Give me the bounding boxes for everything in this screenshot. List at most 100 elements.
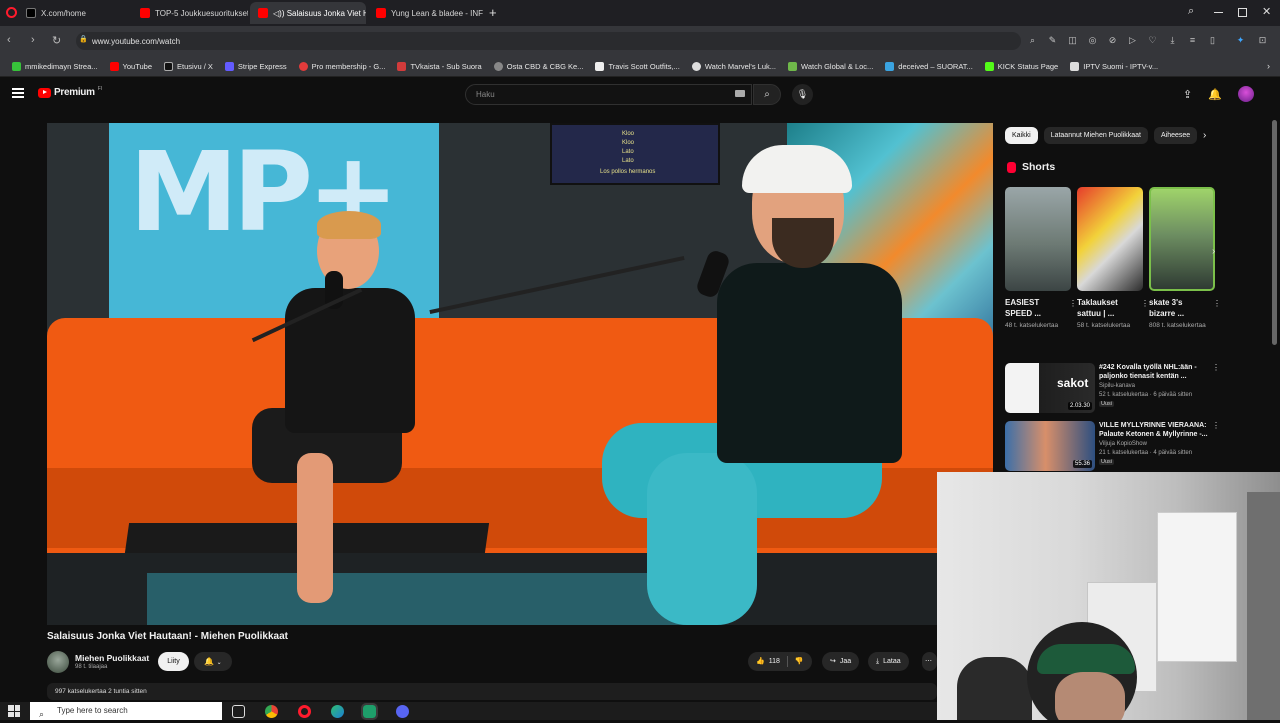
bookmark-4[interactable]: Pro membership - G... xyxy=(293,61,392,71)
windows-start-icon[interactable] xyxy=(8,705,20,717)
bookmark-6[interactable]: Osta CBD & CBG Ke... xyxy=(488,61,590,71)
menu-icon[interactable]: ⊡ xyxy=(1257,35,1268,46)
bookmark-0[interactable]: mmikedimayn Strea... xyxy=(6,61,104,71)
user-avatar[interactable] xyxy=(1238,86,1254,102)
task-view-icon[interactable] xyxy=(232,705,245,718)
opera-logo-icon[interactable] xyxy=(6,7,17,18)
reload-icon[interactable]: ↻ xyxy=(52,34,61,47)
search-icon: ⌕ xyxy=(39,709,45,719)
like-button[interactable]: 👍 118 👎 xyxy=(748,652,812,671)
close-window-icon[interactable]: ✕ xyxy=(1262,5,1271,18)
bookmark-1[interactable]: YouTube xyxy=(104,61,158,71)
recommended-video[interactable]: 55.36 VILLE MYLLYRINNE VIERAANA: Palaute… xyxy=(1005,421,1220,473)
channel-avatar[interactable] xyxy=(47,651,69,673)
bookmark-10[interactable]: deceived – SUORAT... xyxy=(879,61,978,71)
x-logo-icon xyxy=(164,61,174,71)
webcam-person-face xyxy=(1055,672,1125,720)
taskbar-search-input[interactable]: ⌕ Type here to search xyxy=(30,702,222,720)
search-button[interactable]: ⌕ xyxy=(753,84,781,105)
bookmark-7[interactable]: Travis Scott Outfits,... xyxy=(589,61,685,71)
forward-icon[interactable]: › xyxy=(31,34,35,46)
youtube-premium-logo[interactable]: Premium FI xyxy=(38,86,102,98)
ad-block-icon[interactable]: ⊘ xyxy=(1107,35,1118,46)
short-views: 58 t. katselukertaa xyxy=(1077,322,1131,329)
recommended-video[interactable]: sakot 2.03.30 #242 Kovalla työllä NHL:ää… xyxy=(1005,363,1220,415)
join-button[interactable]: Liity xyxy=(158,652,189,671)
chip-all[interactable]: Kaikki xyxy=(1005,127,1038,144)
wallet-icon[interactable]: ▯ xyxy=(1207,35,1218,46)
bookmark-8[interactable]: Watch Marvel's Luk... xyxy=(686,61,782,71)
recommended-meta: 21 t. katselukertaa · 4 päivää sitten xyxy=(1099,450,1193,456)
tab-yung-lean[interactable]: Yung Lean & bladee - INF xyxy=(368,2,484,24)
stripe-logo-icon xyxy=(224,61,234,71)
more-actions-button[interactable]: ⋯ xyxy=(922,652,937,671)
more-vert-icon[interactable]: ⋮ xyxy=(1141,299,1149,308)
short-item[interactable]: EASIEST SPEED ... 48 t. katselukertaa ⋮ xyxy=(1005,187,1077,329)
voice-search-mic-icon[interactable]: 🎙 xyxy=(792,84,813,105)
share-button[interactable]: ↪ Jaa xyxy=(822,652,860,671)
restore-icon[interactable] xyxy=(1238,8,1247,17)
recommended-meta: 52 t. katselukertaa · 6 päivää sitten xyxy=(1099,392,1193,398)
more-vert-icon[interactable]: ⋮ xyxy=(1213,299,1221,308)
address-bar-row: ‹ › ↻ 🔒 www.youtube.com/watch ⌕ ✎ ◫ ◎ ⊘ … xyxy=(0,26,1280,56)
chip-uploaded-by[interactable]: Lataannut Miehen Puolikkaat xyxy=(1043,127,1148,144)
grid-icon xyxy=(1070,61,1080,71)
bookmark-12[interactable]: IPTV Suomi - IPTV-v... xyxy=(1064,61,1164,71)
chip-related[interactable]: Aiheesee xyxy=(1153,127,1198,144)
camera-icon[interactable]: ◫ xyxy=(1067,35,1078,46)
heart-icon[interactable]: ♡ xyxy=(1147,35,1158,46)
chips-next-chevron-icon[interactable]: › xyxy=(1203,130,1206,141)
recommended-channel: Sipilu-kanava xyxy=(1099,383,1136,389)
media-play-icon[interactable]: ▷ xyxy=(1127,35,1138,46)
video-player[interactable]: MP+ Kloo Kloo Lato Lato Los pollos herma… xyxy=(47,123,993,625)
thumbs-down-icon[interactable]: 👎 xyxy=(795,652,804,671)
bookmark-3[interactable]: Stripe Express xyxy=(219,61,293,71)
bookmark-9[interactable]: Watch Global & Loc... xyxy=(782,61,879,71)
url-field[interactable]: 🔒 www.youtube.com/watch xyxy=(76,32,1021,50)
app-active-icon[interactable] xyxy=(361,703,378,720)
bookmark-11[interactable]: KICK Status Page xyxy=(979,61,1064,71)
chrome-icon[interactable] xyxy=(265,705,278,718)
more-vert-icon[interactable]: ⋮ xyxy=(1212,421,1220,430)
keyboard-icon[interactable] xyxy=(735,90,745,97)
create-upload-icon[interactable]: ⇪ xyxy=(1183,88,1192,101)
webcam-cabinet xyxy=(1157,512,1237,662)
extension-icon[interactable]: ✦ xyxy=(1235,35,1246,46)
hamburger-menu-icon[interactable] xyxy=(12,88,24,98)
edge-icon[interactable] xyxy=(331,705,344,718)
video-title: Salaisuus Jonka Viet Hautaan! - Miehen P… xyxy=(47,631,289,642)
find-icon[interactable]: ⌕ xyxy=(1027,35,1038,46)
download-icon[interactable]: ⤓ xyxy=(1167,35,1178,46)
tab-top5[interactable]: TOP-5 Joukkuesuoritukset xyxy=(132,2,248,24)
back-icon[interactable]: ‹ xyxy=(7,34,11,46)
bookmark-5[interactable]: TVkaista - Sub Suora xyxy=(391,61,487,71)
page-scrollbar-thumb[interactable] xyxy=(1272,120,1277,345)
notifications-bell-icon[interactable]: 🔔 xyxy=(1208,88,1222,101)
channel-name[interactable]: Miehen Puolikkaat xyxy=(75,653,149,663)
minimize-icon[interactable] xyxy=(1214,12,1223,13)
short-item[interactable]: skate 3's bizarre ... 808 t. katselukerta… xyxy=(1149,187,1221,329)
bookmarks-bar: mmikedimayn Strea... YouTube Etusivu / X… xyxy=(0,56,1280,77)
opera-icon[interactable] xyxy=(298,705,311,718)
search-input[interactable]: Haku xyxy=(465,84,752,105)
shorts-next-chevron-icon[interactable]: › xyxy=(1212,246,1215,257)
easy-setup-icon[interactable]: ≡ xyxy=(1187,35,1198,46)
more-vert-icon[interactable]: ⋮ xyxy=(1212,363,1220,372)
subscription-bell-button[interactable]: 🔔 ⌄ xyxy=(194,652,232,671)
bookmarks-overflow-icon[interactable]: › xyxy=(1267,61,1270,71)
description-box[interactable]: 997 katselukertaa 2 tuntia sitten xyxy=(47,683,937,700)
tab-salaisuus-active[interactable]: ◁)) Salaisuus Jonka Viet H xyxy=(250,2,366,24)
vpn-icon[interactable]: ◎ xyxy=(1087,35,1098,46)
subscriber-count: 98 t. tilaajaa xyxy=(75,664,108,670)
divider xyxy=(786,656,788,667)
edit-icon[interactable]: ✎ xyxy=(1047,35,1058,46)
new-tab-plus-icon[interactable]: + xyxy=(489,5,497,20)
bookmark-2[interactable]: Etusivu / X xyxy=(158,61,219,71)
tab-x-home[interactable]: X.com/home xyxy=(18,2,130,24)
short-item[interactable]: Taklaukset sattuu | ... 58 t. katselukert… xyxy=(1077,187,1149,329)
download-button[interactable]: ⤓ Lataa xyxy=(868,652,909,671)
more-vert-icon[interactable]: ⋮ xyxy=(1069,299,1077,308)
avatar-icon xyxy=(885,61,895,71)
tab-search-icon[interactable]: ⌕ xyxy=(1188,5,1194,18)
discord-icon[interactable] xyxy=(396,705,409,718)
